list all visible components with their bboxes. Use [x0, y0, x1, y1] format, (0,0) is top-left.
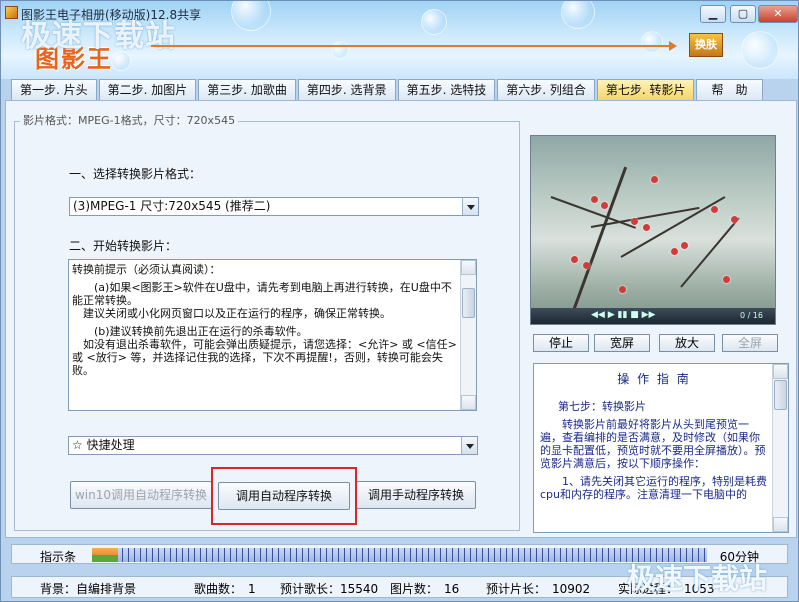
notice-b: (b)建议转换前先退出正在运行的杀毒软件。 如没有退出杀毒软件，可能会弹出质疑提… [72, 325, 457, 377]
guide-p1: 转换影片前最好将影片从头到尾预览一遍，查看编排的是否满意，及时修改（如果你的显卡… [540, 418, 766, 470]
fullscreen-button[interactable]: 全屏 [722, 334, 778, 352]
tab-step1[interactable]: 第一步. 片头 [11, 79, 97, 100]
minimize-button[interactable]: ▁ [700, 5, 726, 23]
stop-button[interactable]: 停止 [533, 334, 589, 352]
app-icon [5, 6, 18, 19]
player-controls[interactable]: ◀◀ ▶ ▮▮ ■ ▶▶ 0 / 16 [531, 308, 775, 324]
scroll-up-icon[interactable] [461, 260, 476, 275]
step2-label: 二、开始转换影片： [69, 239, 178, 253]
notice-textarea[interactable]: 转换前提示（必须认真阅读）： (a)如果<图影王>软件在U盘中，请先考到电脑上再… [68, 259, 477, 411]
scroll-thumb[interactable] [774, 380, 787, 410]
timeline-fill-green [92, 555, 118, 562]
banner: 图影王电子相册(移动版)12.8共享 图影王 极速下载站 换肤 ▁ ▢ ✕ [1, 1, 798, 79]
tab-step7[interactable]: 第七步. 转影片 [596, 79, 695, 100]
scroll-thumb[interactable] [462, 288, 475, 318]
format-info: 影片格式：MPEG-1格式，尺寸：720x545 [20, 112, 239, 128]
format-select[interactable]: (3)MPEG-1 尺寸:720x545 (推荐二) [69, 197, 479, 216]
scroll-down-icon[interactable] [773, 517, 788, 532]
status-background: 背景：自编排背景 [40, 582, 137, 596]
guide-step: 第七步：转换影片 [558, 400, 646, 413]
skin-button[interactable]: 换肤 [689, 33, 723, 57]
player-time: 0 / 16 [739, 311, 763, 320]
quick-select-value: ☆ 快捷处理 [72, 438, 135, 452]
step1-label: 一、选择转换影片格式： [69, 167, 202, 181]
guide-scrollbar[interactable] [772, 364, 788, 532]
banner-arrow [151, 41, 677, 51]
chevron-down-icon[interactable] [462, 198, 478, 215]
notice-scrollbar[interactable] [460, 260, 476, 410]
tab-step5[interactable]: 第五步. 选特技 [397, 79, 496, 100]
status-song-length: 预计歌长：15540 [280, 582, 379, 596]
status-pictures: 图片数： 16 [390, 582, 460, 596]
app-window: 图影王电子相册(移动版)12.8共享 图影王 极速下载站 换肤 ▁ ▢ ✕ 第一… [0, 0, 799, 602]
preview-video[interactable]: ◀◀ ▶ ▮▮ ■ ▶▶ 0 / 16 [530, 135, 776, 325]
status-film-length: 预计片长： 10902 [486, 582, 591, 596]
scroll-up-icon[interactable] [773, 364, 788, 379]
indicator-label: 指示条 [40, 550, 77, 564]
guide-p2: 1、请先关闭其它运行的程序，特别是耗费cpu和内存的程序。注意清理一下电脑中的 [540, 475, 767, 501]
main-panel: 一、选择转换影片格式： (3)MPEG-1 尺寸:720x545 (推荐二) 二… [5, 100, 797, 538]
format-select-value: (3)MPEG-1 尺寸:720x545 (推荐二) [73, 199, 271, 213]
step-tabs: 第一步. 片头 第二步. 加图片 第三步. 加歌曲 第四步. 选背景 第五步. … [11, 79, 765, 100]
manual-convert-button[interactable]: 调用手动程序转换 [356, 481, 476, 509]
quick-select[interactable]: ☆ 快捷处理 [68, 436, 478, 455]
zoom-button[interactable]: 放大 [659, 334, 715, 352]
tab-step3[interactable]: 第三步. 加歌曲 [198, 79, 296, 100]
win10-convert-button[interactable]: win10调用自动程序转换 [70, 481, 212, 509]
close-button[interactable]: ✕ [758, 5, 798, 23]
widescreen-button[interactable]: 宽屏 [594, 334, 650, 352]
chevron-down-icon[interactable] [461, 437, 477, 454]
tab-step4[interactable]: 第四步. 选背景 [297, 79, 396, 100]
guide-title: 操 作 指 南 [617, 372, 691, 386]
scroll-down-icon[interactable] [461, 395, 476, 410]
tab-step6[interactable]: 第六步. 列组合 [497, 79, 595, 100]
maximize-button[interactable]: ▢ [730, 5, 756, 23]
status-songs: 歌曲数： 1 [194, 582, 256, 596]
watermark-bottom: 极速下载站 [627, 562, 768, 595]
tab-help[interactable]: 帮 助 [696, 79, 763, 100]
notice-a: (a)如果<图影王>软件在U盘中，请先考到电脑上再进行转换，在U盘中不能正常转换… [72, 281, 452, 320]
notice-heading: 转换前提示（必须认真阅读）： [72, 263, 221, 276]
tab-step2[interactable]: 第二步. 加图片 [98, 79, 197, 100]
guide-panel[interactable]: 操 作 指 南 第七步：转换影片 转换影片前最好将影片从头到尾预览一遍，查看编排… [533, 363, 789, 533]
highlight-box [211, 467, 357, 525]
watermark: 极速下载站 [21, 19, 176, 54]
timeline-ruler [92, 548, 707, 562]
